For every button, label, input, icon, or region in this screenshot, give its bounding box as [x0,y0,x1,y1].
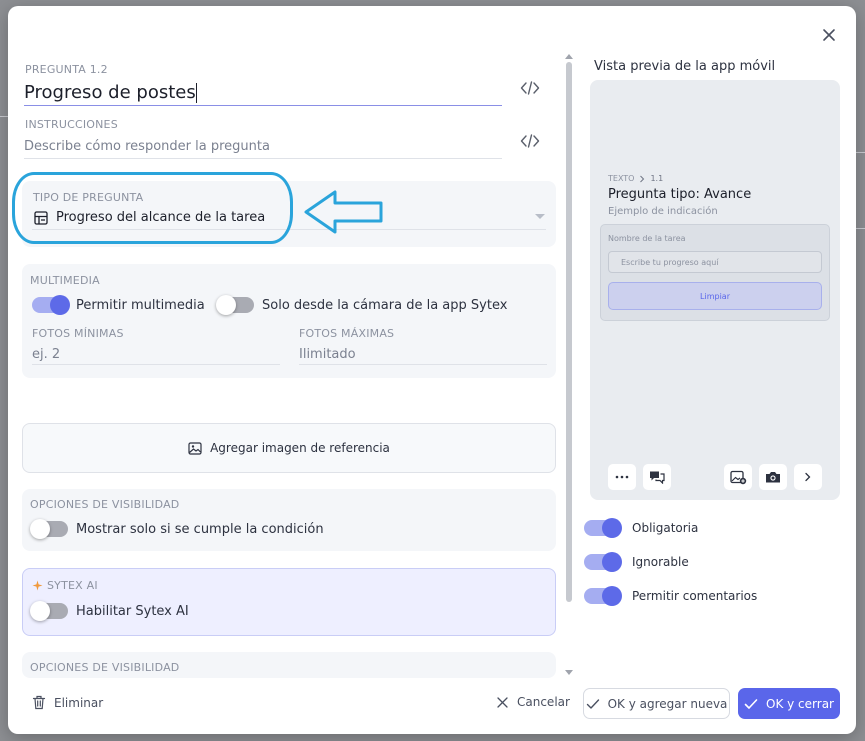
annotation-arrow-icon [304,190,383,234]
camera-icon [766,472,780,483]
toggle-knob [50,295,70,315]
ok-add-new-label: OK y agregar nueva [607,696,728,711]
check-icon [586,698,599,709]
backdrop-line [0,116,8,117]
instructions-label: INSTRUCCIONES [25,118,118,131]
comments-icon [650,471,665,484]
preview-input-placeholder: Escribe tu progreso aquí [621,258,719,267]
ok-close-label: OK y cerrar [766,696,834,711]
code-icon[interactable] [520,80,540,96]
camera-only-toggle[interactable] [216,295,254,315]
scroll-down-arrow[interactable] [565,670,573,675]
text-caret [195,83,197,103]
chevron-right-icon [805,472,811,482]
ok-add-new-button[interactable]: OK y agregar nueva [583,688,730,719]
toggle-knob [602,552,622,572]
camera-only-row: Solo desde la cámara de la app Sytex [216,295,508,315]
comments-row: Permitir comentarios [584,586,758,606]
check-icon [744,698,758,709]
add-reference-image-label: Agregar imagen de referencia [210,441,390,455]
trash-icon [32,695,46,710]
required-row: Obligatoria [584,518,699,538]
preview-crumb-number: 1.1 [650,174,664,183]
required-toggle[interactable] [584,518,622,538]
ok-close-button[interactable]: OK y cerrar [738,688,840,719]
toggle-knob [216,295,236,315]
close-icon [497,696,508,708]
preview-breadcrumb: TEXTO 1.1 [608,174,663,183]
allow-multimedia-label: Permitir multimedia [76,297,205,313]
camera-only-label: Solo desde la cámara de la app Sytex [262,297,508,313]
question-title-text: Progreso de postes [24,82,196,103]
delete-button[interactable]: Eliminar [32,695,103,710]
code-icon[interactable] [520,133,540,149]
toggle-knob [30,601,50,621]
allow-comments-toggle[interactable] [584,586,622,606]
preview-more-button[interactable] [608,464,636,490]
preview-progress-input: Escribe tu progreso aquí [608,251,822,273]
delete-label: Eliminar [54,695,104,710]
instructions-placeholder: Describe cómo responder la pregunta [24,139,270,154]
max-photos-input[interactable]: Ilimitado [299,347,356,362]
sytex-ai-label: SYTEX AI [47,579,98,592]
image-icon [188,441,202,455]
chevron-right-icon [640,175,645,182]
toggle-knob [30,519,50,539]
backdrop-line [855,152,865,153]
preview-clear-label: Limpiar [700,291,730,301]
visibility-label: OPCIONES DE VISIBILIDAD [30,498,180,511]
scroll-up-arrow[interactable] [565,54,573,59]
preview-crumb-category: TEXTO [608,174,635,183]
sytex-ai-header: SYTEX AI [32,579,98,592]
visibility-condition-toggle[interactable] [30,519,68,539]
visibility-condition-row: Mostrar solo si se cumple la condición [30,519,324,539]
annotation-highlight-oval [12,172,293,244]
preview-question-title: Pregunta tipo: Avance [608,187,752,202]
cancel-button[interactable]: Cancelar [496,695,570,709]
question-title-input[interactable]: Progreso de postes [24,82,502,106]
visibility-condition-label: Mostrar solo si se cumple la condición [76,521,324,537]
chevron-down-icon[interactable] [535,214,545,219]
skippable-toggle[interactable] [584,552,622,572]
more-horizontal-icon [615,475,629,479]
question-editor-modal: PREGUNTA 1.2 Progreso de postes INSTRUCC… [8,6,856,734]
add-image-icon [729,470,746,484]
multimedia-card [22,264,556,378]
instructions-input[interactable]: Describe cómo responder la pregunta [24,139,502,159]
sytex-ai-card [22,568,556,636]
preview-next-button[interactable] [794,464,822,490]
preview-comments-button[interactable] [643,464,671,490]
required-label: Obligatoria [632,521,699,535]
preview-title: Vista previa de la app móvil [594,59,776,74]
sytex-ai-toggle[interactable] [30,601,68,621]
toggle-knob [602,586,622,606]
allow-multimedia-row: Permitir multimedia [32,295,205,315]
scrollbar-thumb[interactable] [566,62,572,602]
allow-comments-label: Permitir comentarios [632,589,758,603]
preview-camera-button[interactable] [759,464,787,490]
preview-add-image-button[interactable] [724,464,752,490]
sytex-ai-enable-label: Habilitar Sytex AI [76,603,189,619]
multimedia-label: MULTIMEDIA [30,274,100,287]
skippable-row: Ignorable [584,552,689,572]
question-number-label: PREGUNTA 1.2 [25,63,108,76]
backdrop-line [855,228,865,229]
sytex-ai-row: Habilitar Sytex AI [30,601,189,621]
allow-multimedia-toggle[interactable] [32,295,70,315]
add-reference-image-button[interactable]: Agregar imagen de referencia [22,423,556,473]
visibility-label-2: OPCIONES DE VISIBILIDAD [30,661,180,674]
preview-clear-button: Limpiar [608,282,822,310]
sparkle-icon [32,580,43,591]
preview-question-hint: Ejemplo de indicación [608,206,718,217]
field-underline [32,364,280,365]
min-photos-input[interactable]: ej. 2 [32,347,60,362]
preview-field-label: Nombre de la tarea [608,234,686,243]
cancel-label: Cancelar [517,695,570,709]
skippable-label: Ignorable [632,555,689,569]
field-underline [299,364,547,365]
max-photos-label: FOTOS MÁXIMAS [299,327,395,340]
toggle-knob [602,518,622,538]
min-photos-label: FOTOS MÍNIMAS [32,327,124,340]
close-icon[interactable] [820,26,838,44]
